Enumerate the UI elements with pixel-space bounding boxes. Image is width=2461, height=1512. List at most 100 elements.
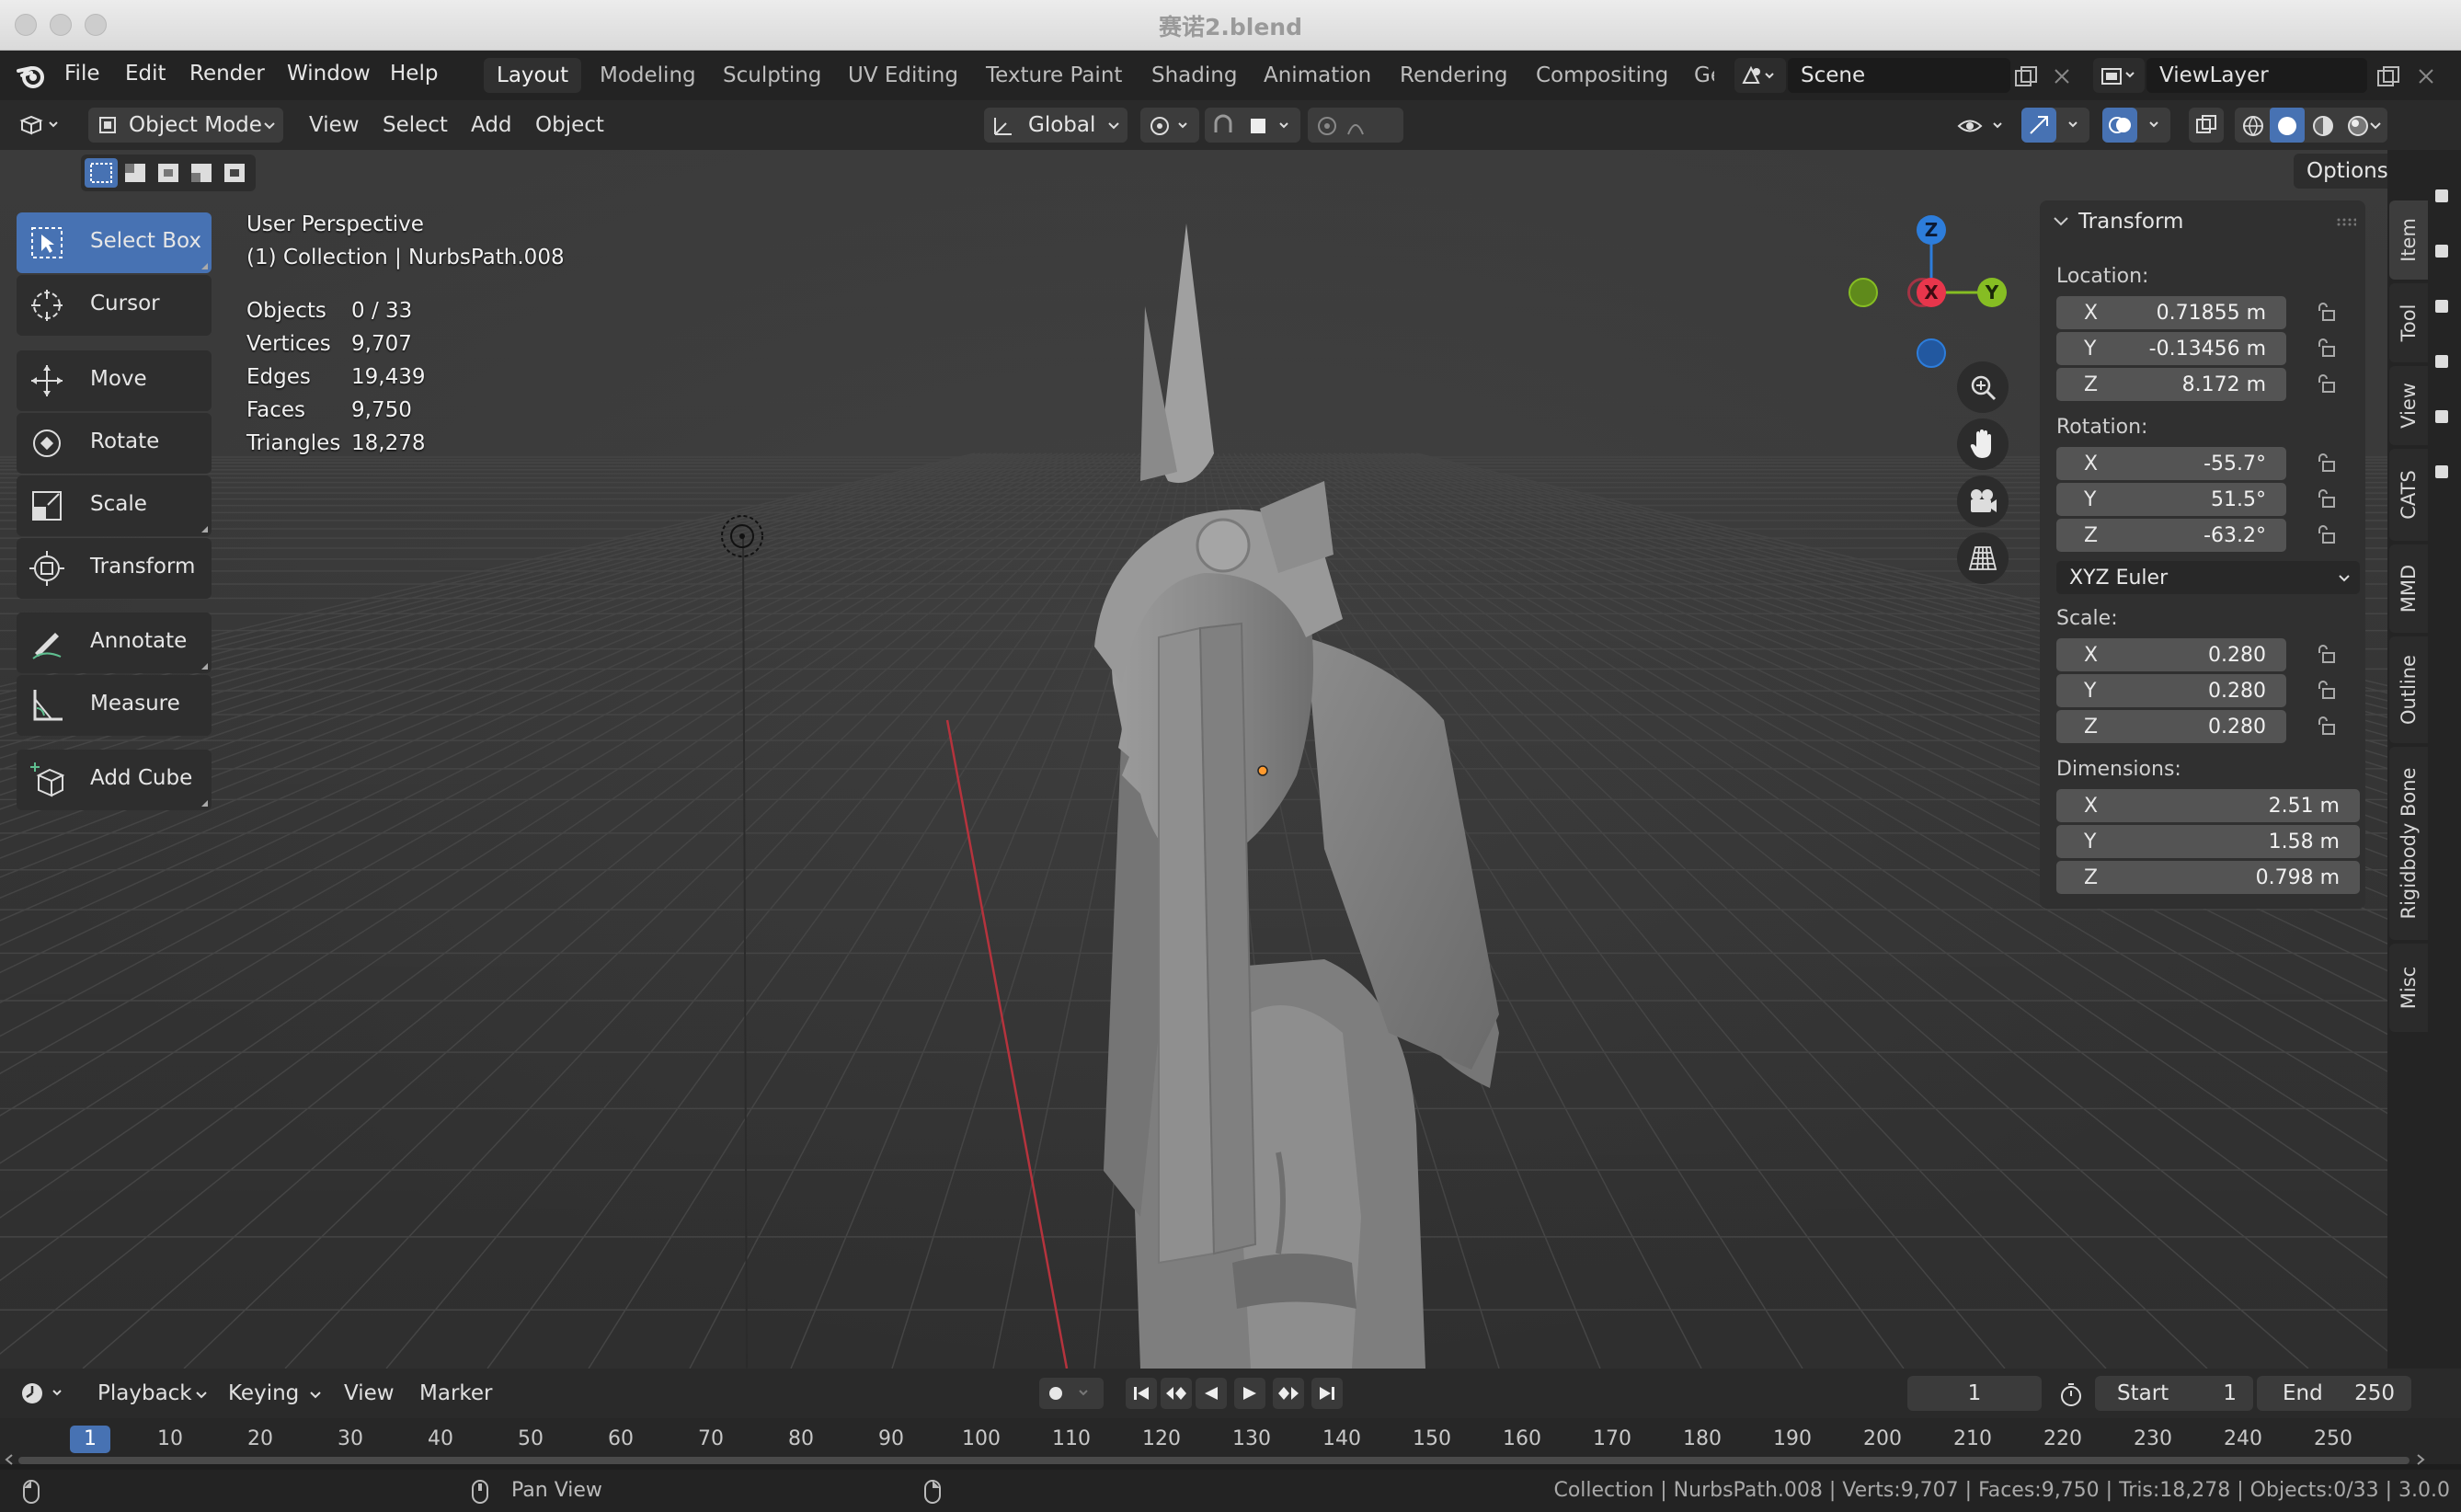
- character-model[interactable]: [1002, 205, 1517, 1369]
- lock-location-z-icon[interactable]: [2316, 373, 2338, 395]
- scale-x-field[interactable]: X 0.280: [2056, 638, 2286, 671]
- tab-animation[interactable]: Animation: [1251, 58, 1384, 93]
- scene-name-field[interactable]: Scene: [1788, 58, 2010, 93]
- menu-window[interactable]: Window: [287, 62, 371, 86]
- overlays-toggle[interactable]: [2102, 108, 2170, 143]
- solid-shading-icon[interactable]: [2276, 115, 2298, 137]
- gizmo-z-axis[interactable]: Z: [1917, 215, 1946, 245]
- zoom-view-button[interactable]: [1957, 361, 2009, 413]
- tab-geometry-nodes[interactable]: Ge: [1681, 58, 1714, 93]
- timeline-view-menu[interactable]: View: [344, 1376, 395, 1411]
- tab-sculpting[interactable]: Sculpting: [710, 58, 834, 93]
- lock-location-y-icon[interactable]: [2316, 338, 2338, 360]
- lock-scale-y-icon[interactable]: [2316, 680, 2338, 702]
- tool-select-box[interactable]: Select Box: [17, 212, 212, 273]
- delete-scene-icon[interactable]: [2053, 67, 2071, 86]
- gizmo-toggle[interactable]: [2021, 108, 2089, 143]
- location-y-field[interactable]: Y -0.13456 m: [2056, 332, 2286, 365]
- tool-cursor[interactable]: Cursor: [17, 275, 212, 336]
- stopwatch-icon[interactable]: [2058, 1381, 2084, 1407]
- gizmo-neg-z-axis[interactable]: [1917, 338, 1946, 368]
- sidebar-tab-outline[interactable]: Outline: [2389, 636, 2428, 743]
- menu-file[interactable]: File: [64, 62, 100, 86]
- material-shading-icon[interactable]: [2312, 115, 2334, 137]
- viewlayer-browse-button[interactable]: [2093, 58, 2145, 93]
- lock-rotation-x-icon[interactable]: [2316, 452, 2338, 475]
- tab-compositing[interactable]: Compositing: [1523, 58, 1681, 93]
- auto-keying-toggle[interactable]: [1039, 1378, 1104, 1409]
- xray-toggle[interactable]: [2189, 108, 2224, 143]
- snapping-controls[interactable]: [1205, 108, 1300, 143]
- lock-rotation-z-icon[interactable]: [2316, 524, 2338, 546]
- timeline-scrollbar[interactable]: [0, 1451, 2461, 1470]
- 3d-viewport[interactable]: Select Box Cursor Move Rotate Scale Tran…: [0, 150, 2393, 1369]
- select-menu[interactable]: Select: [383, 108, 448, 143]
- timeline-scrollbar-thumb[interactable]: [18, 1457, 2409, 1464]
- tab-shading[interactable]: Shading: [1139, 58, 1250, 93]
- scroll-left-icon[interactable]: [4, 1453, 15, 1466]
- sidebar-tab-tool[interactable]: Tool: [2389, 283, 2428, 362]
- tool-transform[interactable]: Transform: [17, 538, 212, 599]
- toggle-projection-button[interactable]: [1957, 533, 2009, 584]
- tab-rendering[interactable]: Rendering: [1387, 58, 1520, 93]
- jump-to-keyframe-prev-button[interactable]: [1161, 1378, 1192, 1409]
- jump-to-keyframe-next-button[interactable]: [1273, 1378, 1304, 1409]
- sidebar-tab-misc[interactable]: Misc: [2389, 944, 2428, 1032]
- navigation-gizmo[interactable]: Z Y X: [1849, 210, 2014, 368]
- start-frame-field[interactable]: Start 1: [2095, 1376, 2253, 1411]
- rotation-mode-dropdown[interactable]: XYZ Euler: [2056, 561, 2360, 594]
- gizmo-x-axis[interactable]: X: [1917, 278, 1946, 307]
- tab-texture-paint[interactable]: Texture Paint: [973, 58, 1135, 93]
- sidebar-tab-mmd[interactable]: MMD: [2389, 544, 2428, 633]
- menu-help[interactable]: Help: [390, 62, 438, 86]
- dimensions-x-field[interactable]: X 2.51 m: [2056, 789, 2360, 822]
- marker-menu[interactable]: Marker: [419, 1376, 493, 1411]
- lock-rotation-y-icon[interactable]: [2316, 488, 2338, 510]
- tool-rotate[interactable]: Rotate: [17, 413, 212, 474]
- tool-add-cube[interactable]: Add Cube: [17, 750, 212, 810]
- sidebar-tab-rigidbody-bone[interactable]: Rigidbody Bone: [2389, 747, 2428, 940]
- location-z-field[interactable]: Z 8.172 m: [2056, 368, 2286, 401]
- tool-move[interactable]: Move: [17, 350, 212, 411]
- pivot-point-dropdown[interactable]: [1140, 108, 1199, 143]
- menu-render[interactable]: Render: [189, 62, 265, 86]
- add-menu[interactable]: Add: [471, 108, 512, 143]
- new-scene-icon[interactable]: [2014, 65, 2038, 87]
- scale-y-field[interactable]: Y 0.280: [2056, 674, 2286, 707]
- playback-menu[interactable]: Playback: [97, 1376, 192, 1411]
- jump-to-start-button[interactable]: [1126, 1378, 1157, 1409]
- location-x-field[interactable]: X 0.71855 m: [2056, 296, 2286, 329]
- tool-measure[interactable]: Measure: [17, 675, 212, 736]
- current-frame-field[interactable]: 1: [1907, 1376, 2042, 1411]
- blender-logo-icon[interactable]: [17, 62, 46, 89]
- chevron-down-icon[interactable]: [2369, 121, 2382, 131]
- new-viewlayer-icon[interactable]: [2376, 65, 2400, 87]
- delete-viewlayer-icon[interactable]: [2417, 67, 2435, 86]
- camera-view-button[interactable]: [1957, 475, 2009, 527]
- object-mode-dropdown[interactable]: Object Mode: [88, 108, 283, 143]
- menu-edit[interactable]: Edit: [125, 62, 166, 86]
- view-menu[interactable]: View: [309, 108, 360, 143]
- rotation-x-field[interactable]: X -55.7°: [2056, 447, 2286, 480]
- gizmo-y-axis[interactable]: Y: [1977, 278, 2007, 307]
- proportional-editing-controls[interactable]: [1308, 108, 1403, 143]
- rotation-z-field[interactable]: Z -63.2°: [2056, 519, 2286, 552]
- jump-to-end-button[interactable]: [1311, 1378, 1343, 1409]
- sidebar-tab-cats[interactable]: CATS: [2389, 449, 2428, 541]
- sidebar-tab-item[interactable]: Item: [2389, 200, 2428, 280]
- tool-scale[interactable]: Scale: [17, 475, 212, 536]
- drag-handle-icon[interactable]: [2336, 217, 2356, 226]
- collapse-chevron-icon[interactable]: [2053, 215, 2069, 228]
- play-reverse-button[interactable]: [1196, 1378, 1227, 1409]
- scene-browse-button[interactable]: [1734, 58, 1786, 93]
- tab-uv-editing[interactable]: UV Editing: [835, 58, 971, 93]
- object-visibility-dropdown[interactable]: [1952, 108, 2012, 143]
- object-menu[interactable]: Object: [535, 108, 604, 143]
- dimensions-z-field[interactable]: Z 0.798 m: [2056, 861, 2360, 894]
- scroll-right-icon[interactable]: [2415, 1453, 2426, 1466]
- gizmo-neg-y-axis[interactable]: [1849, 278, 1878, 307]
- tab-layout[interactable]: Layout: [484, 58, 582, 93]
- rotation-y-field[interactable]: Y 51.5°: [2056, 483, 2286, 516]
- transform-panel-title[interactable]: Transform: [2078, 210, 2183, 234]
- sidebar-tab-view[interactable]: View: [2389, 366, 2428, 445]
